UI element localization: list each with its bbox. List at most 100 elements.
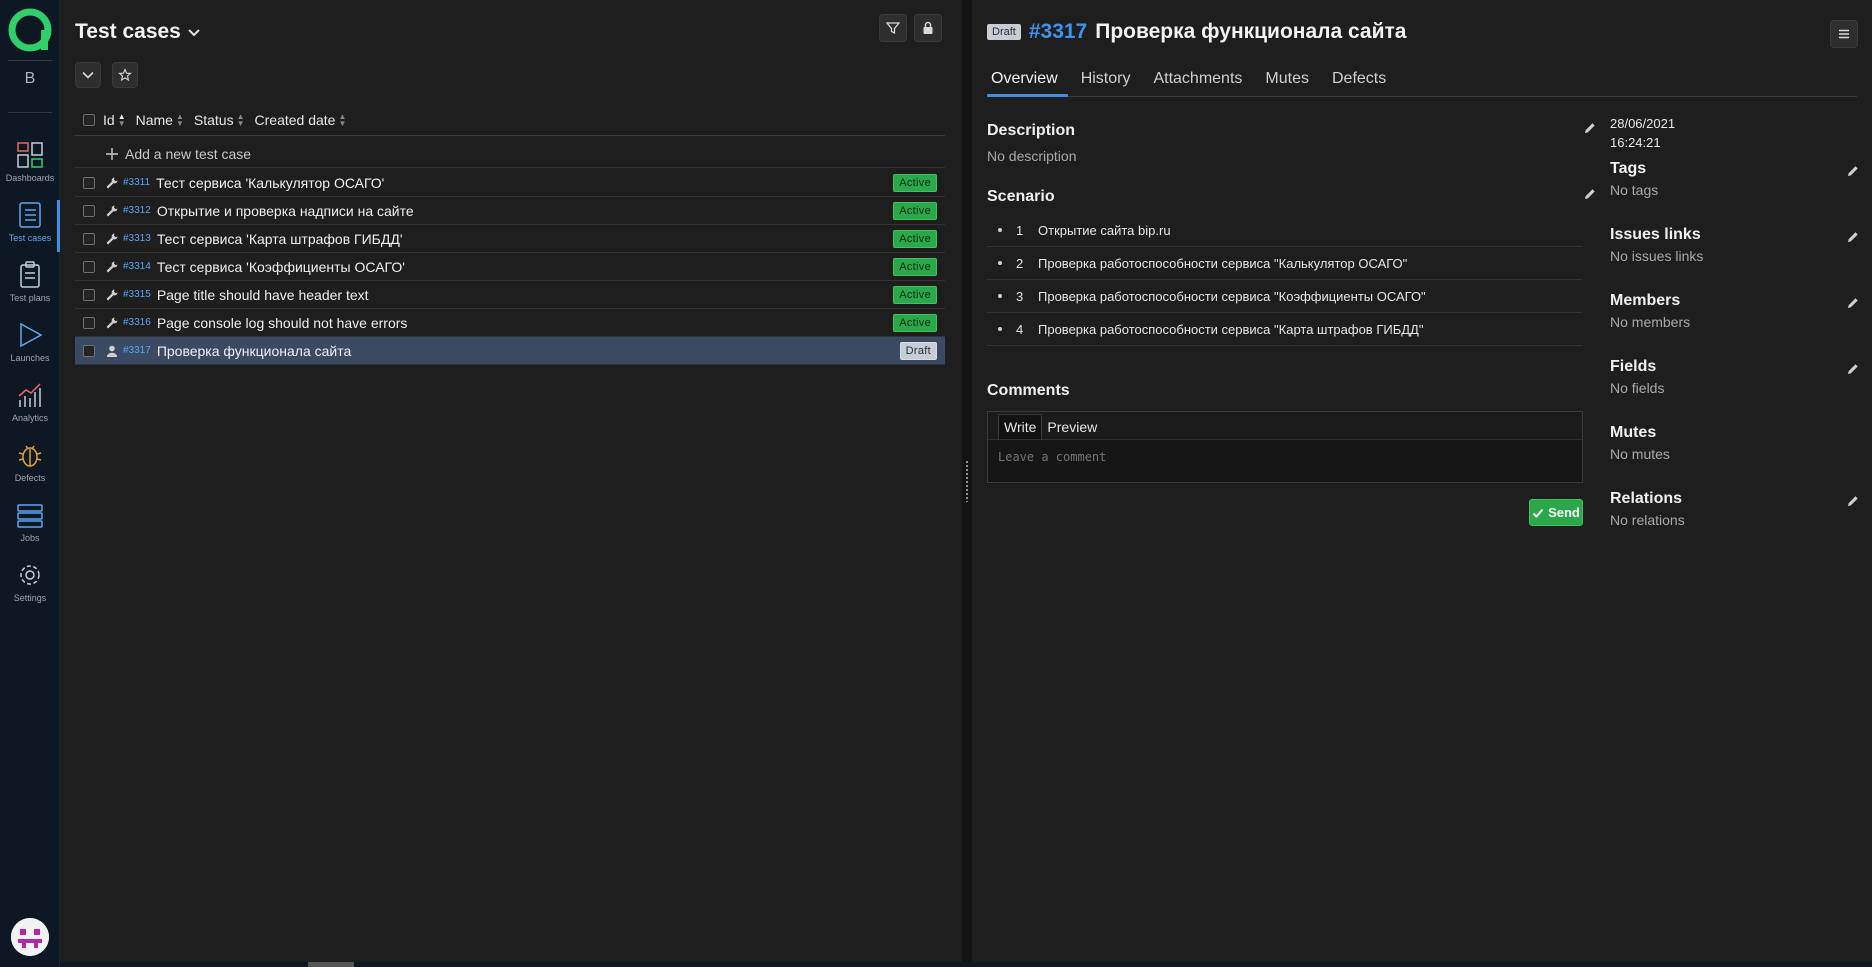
table-row[interactable]: #3313 Тест сервиса 'Карта штрафов ГИБДД'…: [75, 225, 945, 253]
test-case-id[interactable]: #3317: [123, 345, 151, 356]
edit-tags-icon[interactable]: [1846, 164, 1860, 178]
test-case-name[interactable]: Проверка функционала сайта: [157, 343, 351, 359]
select-all-checkbox[interactable]: [83, 113, 95, 126]
comment-input[interactable]: [988, 440, 1582, 482]
sidebar-item-label: Defects: [14, 473, 46, 483]
column-header-id[interactable]: Id ▲ ▼: [103, 112, 126, 128]
wrench-icon: [106, 289, 118, 300]
tab-defects[interactable]: Defects: [1328, 66, 1396, 96]
test-case-name[interactable]: Тест сервиса 'Коэффициенты ОСАГО': [157, 259, 405, 275]
tab-preview[interactable]: Preview: [1042, 415, 1102, 439]
edit-issues-icon[interactable]: [1846, 230, 1860, 244]
lock-button[interactable]: [914, 14, 942, 42]
bullet-icon: [998, 261, 1002, 265]
sidebar-item-analytics[interactable]: Analytics: [0, 380, 60, 436]
add-test-case-button[interactable]: Add a new test case: [75, 140, 945, 168]
avatar-image: [11, 918, 49, 956]
status-badge: Active: [893, 286, 937, 304]
step-number: 3: [1016, 288, 1024, 304]
test-case-name[interactable]: Page title should have header text: [157, 287, 369, 303]
edit-scenario-icon[interactable]: [1583, 187, 1597, 201]
edit-fields-icon[interactable]: [1846, 362, 1860, 376]
column-header-name[interactable]: Name ▲ ▼: [136, 112, 184, 128]
sidebar-item-label: Test cases: [8, 233, 52, 243]
row-checkbox[interactable]: [83, 204, 95, 217]
table-row-selected[interactable]: #3317 Проверка функционала сайта Draft: [75, 337, 945, 365]
test-case-id[interactable]: #3316: [123, 317, 151, 328]
sidebar-item-defects[interactable]: Defects: [0, 440, 60, 496]
column-label: Name: [135, 111, 173, 128]
test-case-name[interactable]: Тест сервиса 'Карта штрафов ГИБДД': [157, 231, 403, 247]
scenario-step: 1 Открытие сайта bip.ru: [987, 214, 1582, 247]
collapse-button[interactable]: [75, 62, 101, 88]
status-badge: Active: [893, 314, 937, 332]
sidebar-item-test-cases[interactable]: Test cases: [0, 200, 60, 256]
sidebar-item-launches[interactable]: Launches: [0, 320, 60, 376]
table-row[interactable]: #3314 Тест сервиса 'Коэффициенты ОСАГО' …: [75, 253, 945, 281]
table-row[interactable]: #3312 Открытие и проверка надписи на сай…: [75, 197, 945, 225]
test-case-id[interactable]: #3314: [123, 261, 151, 272]
comment-editor-tabs: Write Preview: [988, 412, 1582, 440]
relations-section: Relations No relations: [1610, 490, 1860, 528]
edit-relations-icon[interactable]: [1846, 494, 1860, 508]
test-case-name[interactable]: Page console log should not have errors: [157, 315, 408, 331]
test-case-id[interactable]: #3315: [123, 289, 151, 300]
test-cases-title[interactable]: Test cases: [75, 20, 201, 44]
status-badge: Active: [893, 202, 937, 220]
comments-heading: Comments: [987, 382, 1070, 399]
scrollbar-thumb[interactable]: [308, 962, 354, 967]
sidebar-item-jobs[interactable]: Jobs: [0, 500, 60, 556]
avatar[interactable]: [11, 918, 49, 956]
table-row[interactable]: #3316 Page console log should not have e…: [75, 309, 945, 337]
row-checkbox[interactable]: [83, 260, 95, 273]
tags-heading: Tags: [1610, 160, 1647, 177]
row-checkbox[interactable]: [83, 316, 95, 329]
row-checkbox[interactable]: [83, 232, 95, 245]
description-heading: Description: [987, 122, 1076, 139]
filter-button[interactable]: [879, 14, 907, 42]
edit-members-icon[interactable]: [1846, 296, 1860, 310]
test-case-id[interactable]: #3312: [123, 205, 151, 216]
test-case-name[interactable]: Открытие и проверка надписи на сайте: [157, 203, 414, 219]
test-cases-icon: [19, 202, 41, 228]
tab-overview[interactable]: Overview: [987, 66, 1068, 97]
sidebar-item-dashboards[interactable]: Dashboards: [0, 140, 60, 196]
row-checkbox[interactable]: [83, 288, 95, 301]
comment-editor: Write Preview: [987, 411, 1583, 483]
check-icon: [1532, 508, 1544, 518]
test-case-id[interactable]: #3313: [123, 233, 151, 244]
column-header-created-date[interactable]: Created date ▲ ▼: [255, 112, 347, 128]
chevron-down-icon: [188, 29, 200, 37]
table-row[interactable]: #3311 Тест сервиса 'Калькулятор ОСАГО' A…: [75, 169, 945, 197]
tab-mutes[interactable]: Mutes: [1261, 66, 1319, 96]
test-cases-panel: Test cases Id ▲ ▼ Name ▲ ▼ Status ▲ ▼ Created …: [60, 0, 962, 962]
plus-icon: [106, 147, 118, 160]
menu-button[interactable]: [1830, 20, 1858, 48]
panel-splitter[interactable]: [962, 0, 972, 962]
members-section: Members No members: [1610, 292, 1860, 330]
row-checkbox[interactable]: [83, 344, 95, 357]
app-logo[interactable]: [8, 8, 52, 52]
edit-description-icon[interactable]: [1583, 121, 1597, 135]
send-button[interactable]: Send: [1529, 499, 1583, 526]
sort-icon: ▲ ▼: [175, 111, 184, 128]
tab-write[interactable]: Write: [998, 414, 1043, 439]
sidebar-item-test-plans[interactable]: Test plans: [0, 260, 60, 316]
fields-section: Fields No fields: [1610, 358, 1860, 396]
column-header-status[interactable]: Status ▲ ▼: [194, 112, 245, 128]
table-row[interactable]: #3315 Page title should have header text…: [75, 281, 945, 309]
test-case-name[interactable]: Тест сервиса 'Калькулятор ОСАГО': [156, 175, 384, 191]
test-case-id[interactable]: #3311: [123, 177, 150, 188]
test-case-number[interactable]: #3317: [1029, 20, 1087, 44]
wrench-icon: [106, 261, 118, 272]
scenario-step: 4 Проверка работоспособности сервиса "Кар…: [987, 313, 1582, 346]
sidebar-item-label: Jobs: [20, 533, 40, 543]
favorites-button[interactable]: [112, 62, 138, 88]
tab-history[interactable]: History: [1077, 66, 1141, 96]
drag-handle-icon[interactable]: [965, 460, 969, 502]
sidebar-item-settings[interactable]: Settings: [0, 560, 60, 616]
tab-attachments[interactable]: Attachments: [1149, 66, 1252, 96]
project-switcher[interactable]: B: [0, 70, 60, 88]
scenario-heading: Scenario: [987, 188, 1055, 205]
row-checkbox[interactable]: [83, 176, 95, 189]
